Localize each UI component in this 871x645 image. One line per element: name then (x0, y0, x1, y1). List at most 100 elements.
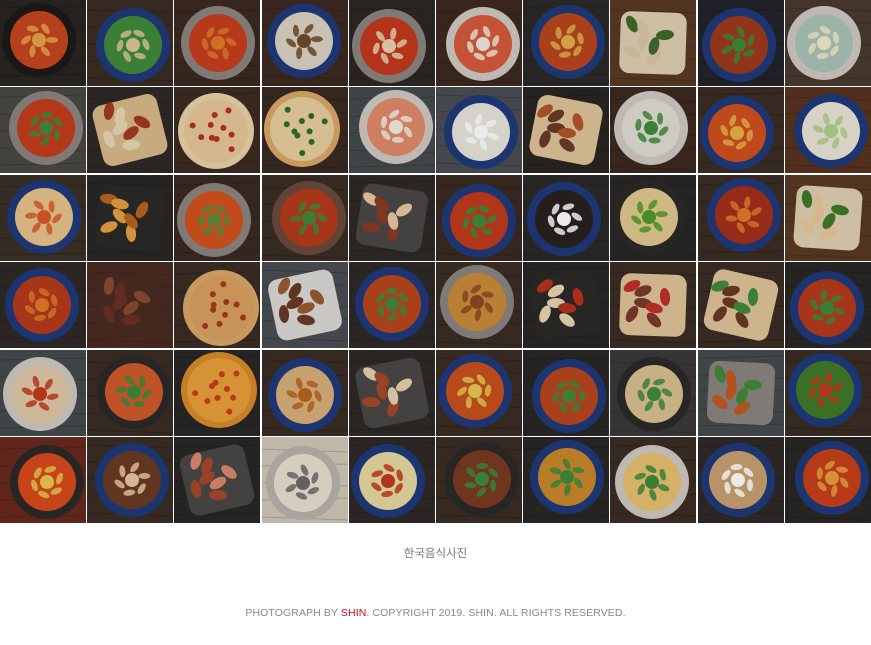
gallery-caption: 한국음식사진 (403, 546, 468, 560)
food-photo-tile[interactable] (523, 174, 610, 261)
food-photo-tile[interactable] (610, 349, 697, 436)
food-photo-tile[interactable] (348, 87, 435, 174)
food-photo-image (87, 349, 174, 436)
food-photo-tile[interactable] (87, 87, 174, 174)
food-photo-tile[interactable] (174, 87, 261, 174)
food-photo-tile[interactable] (348, 436, 435, 523)
food-photo-tile[interactable] (348, 349, 435, 436)
food-photo-tile[interactable] (0, 262, 86, 349)
food-photo-image (784, 349, 871, 436)
food-photo-image (784, 174, 871, 261)
food-photo-image (523, 87, 610, 174)
food-photo-image (261, 0, 348, 86)
food-photo-image (523, 174, 610, 261)
food-photo-tile[interactable] (523, 87, 610, 174)
food-photo-tile[interactable] (435, 174, 522, 261)
food-photo-tile[interactable] (0, 0, 86, 86)
footer-author-link[interactable]: SHIN (341, 607, 367, 619)
food-photo-image (610, 0, 697, 86)
food-photo-tile[interactable] (261, 262, 348, 349)
food-photo-image (435, 0, 522, 86)
food-photo-tile[interactable] (697, 262, 784, 349)
food-photo-tile[interactable] (610, 436, 697, 523)
copyright-footer: PHOTOGRAPH BY SHIN. COPYRIGHT 2019. SHIN… (0, 607, 871, 619)
footer-suffix: . COPYRIGHT 2019. SHIN. ALL RIGHTS RESER… (366, 607, 626, 619)
food-photo-tile[interactable] (523, 0, 610, 86)
food-photo-tile[interactable] (261, 87, 348, 174)
food-photo-image (87, 262, 174, 349)
food-photo-tile[interactable] (348, 174, 435, 261)
food-photo-image (523, 349, 610, 436)
food-photo-image (435, 87, 522, 174)
food-photo-image (174, 436, 261, 523)
food-photo-tile[interactable] (435, 349, 522, 436)
food-photo-tile[interactable] (87, 436, 174, 523)
food-photo-image (435, 436, 522, 523)
food-photo-tile[interactable] (0, 174, 86, 261)
food-photo-tile[interactable] (435, 87, 522, 174)
food-photo-tile[interactable] (523, 262, 610, 349)
food-photo-image (348, 0, 435, 86)
food-photo-tile[interactable] (0, 436, 86, 523)
food-photo-image (697, 0, 784, 86)
food-photo-tile[interactable] (174, 0, 261, 86)
food-photo-tile[interactable] (87, 262, 174, 349)
food-photo-tile[interactable] (261, 0, 348, 86)
food-photo-tile[interactable] (610, 262, 697, 349)
food-photo-image (348, 174, 435, 261)
food-photo-image (348, 262, 435, 349)
food-photo-tile[interactable] (174, 262, 261, 349)
food-photo-tile[interactable] (697, 349, 784, 436)
food-photo-image (348, 436, 435, 523)
food-photo-tile[interactable] (610, 0, 697, 86)
food-photo-image (697, 349, 784, 436)
food-photo-tile[interactable] (87, 349, 174, 436)
food-photo-tile[interactable] (784, 87, 871, 174)
food-photo-tile[interactable] (0, 349, 86, 436)
food-photo-tile[interactable] (261, 349, 348, 436)
food-photo-image (435, 174, 522, 261)
food-photo-image (174, 174, 261, 261)
food-photo-image (261, 174, 348, 261)
footer-prefix: PHOTOGRAPH BY (245, 607, 341, 619)
food-photo-tile[interactable] (784, 0, 871, 86)
food-photo-tile[interactable] (784, 436, 871, 523)
food-photo-tile[interactable] (348, 0, 435, 86)
food-photo-image (261, 87, 348, 174)
food-photo-tile[interactable] (348, 262, 435, 349)
food-photo-image (348, 87, 435, 174)
food-photo-image (0, 349, 86, 436)
food-photo-tile[interactable] (697, 87, 784, 174)
food-photo-tile[interactable] (435, 0, 522, 86)
food-photo-tile[interactable] (784, 349, 871, 436)
food-photo-image (697, 174, 784, 261)
food-photo-tile[interactable] (784, 262, 871, 349)
food-photo-tile[interactable] (610, 87, 697, 174)
food-photo-image (174, 0, 261, 86)
food-photo-image (174, 87, 261, 174)
food-photo-image (348, 349, 435, 436)
food-photo-tile[interactable] (261, 174, 348, 261)
food-photo-tile[interactable] (435, 436, 522, 523)
food-photo-tile[interactable] (0, 87, 86, 174)
food-photo-image (87, 0, 174, 86)
food-photo-tile[interactable] (261, 436, 348, 523)
food-photo-tile[interactable] (610, 174, 697, 261)
food-photo-tile[interactable] (697, 174, 784, 261)
food-photo-image (87, 87, 174, 174)
food-photo-tile[interactable] (697, 436, 784, 523)
food-photo-tile[interactable] (697, 0, 784, 86)
food-photo-tile[interactable] (174, 349, 261, 436)
food-photo-tile[interactable] (523, 349, 610, 436)
food-photo-image (697, 436, 784, 523)
food-photo-image (174, 262, 261, 349)
food-photo-tile[interactable] (87, 0, 174, 86)
food-photo-tile[interactable] (174, 174, 261, 261)
food-photo-tile[interactable] (435, 262, 522, 349)
food-photo-tile[interactable] (523, 436, 610, 523)
photo-gallery-grid (0, 0, 871, 523)
food-photo-tile[interactable] (87, 174, 174, 261)
food-photo-image (784, 262, 871, 349)
food-photo-tile[interactable] (174, 436, 261, 523)
food-photo-tile[interactable] (784, 174, 871, 261)
